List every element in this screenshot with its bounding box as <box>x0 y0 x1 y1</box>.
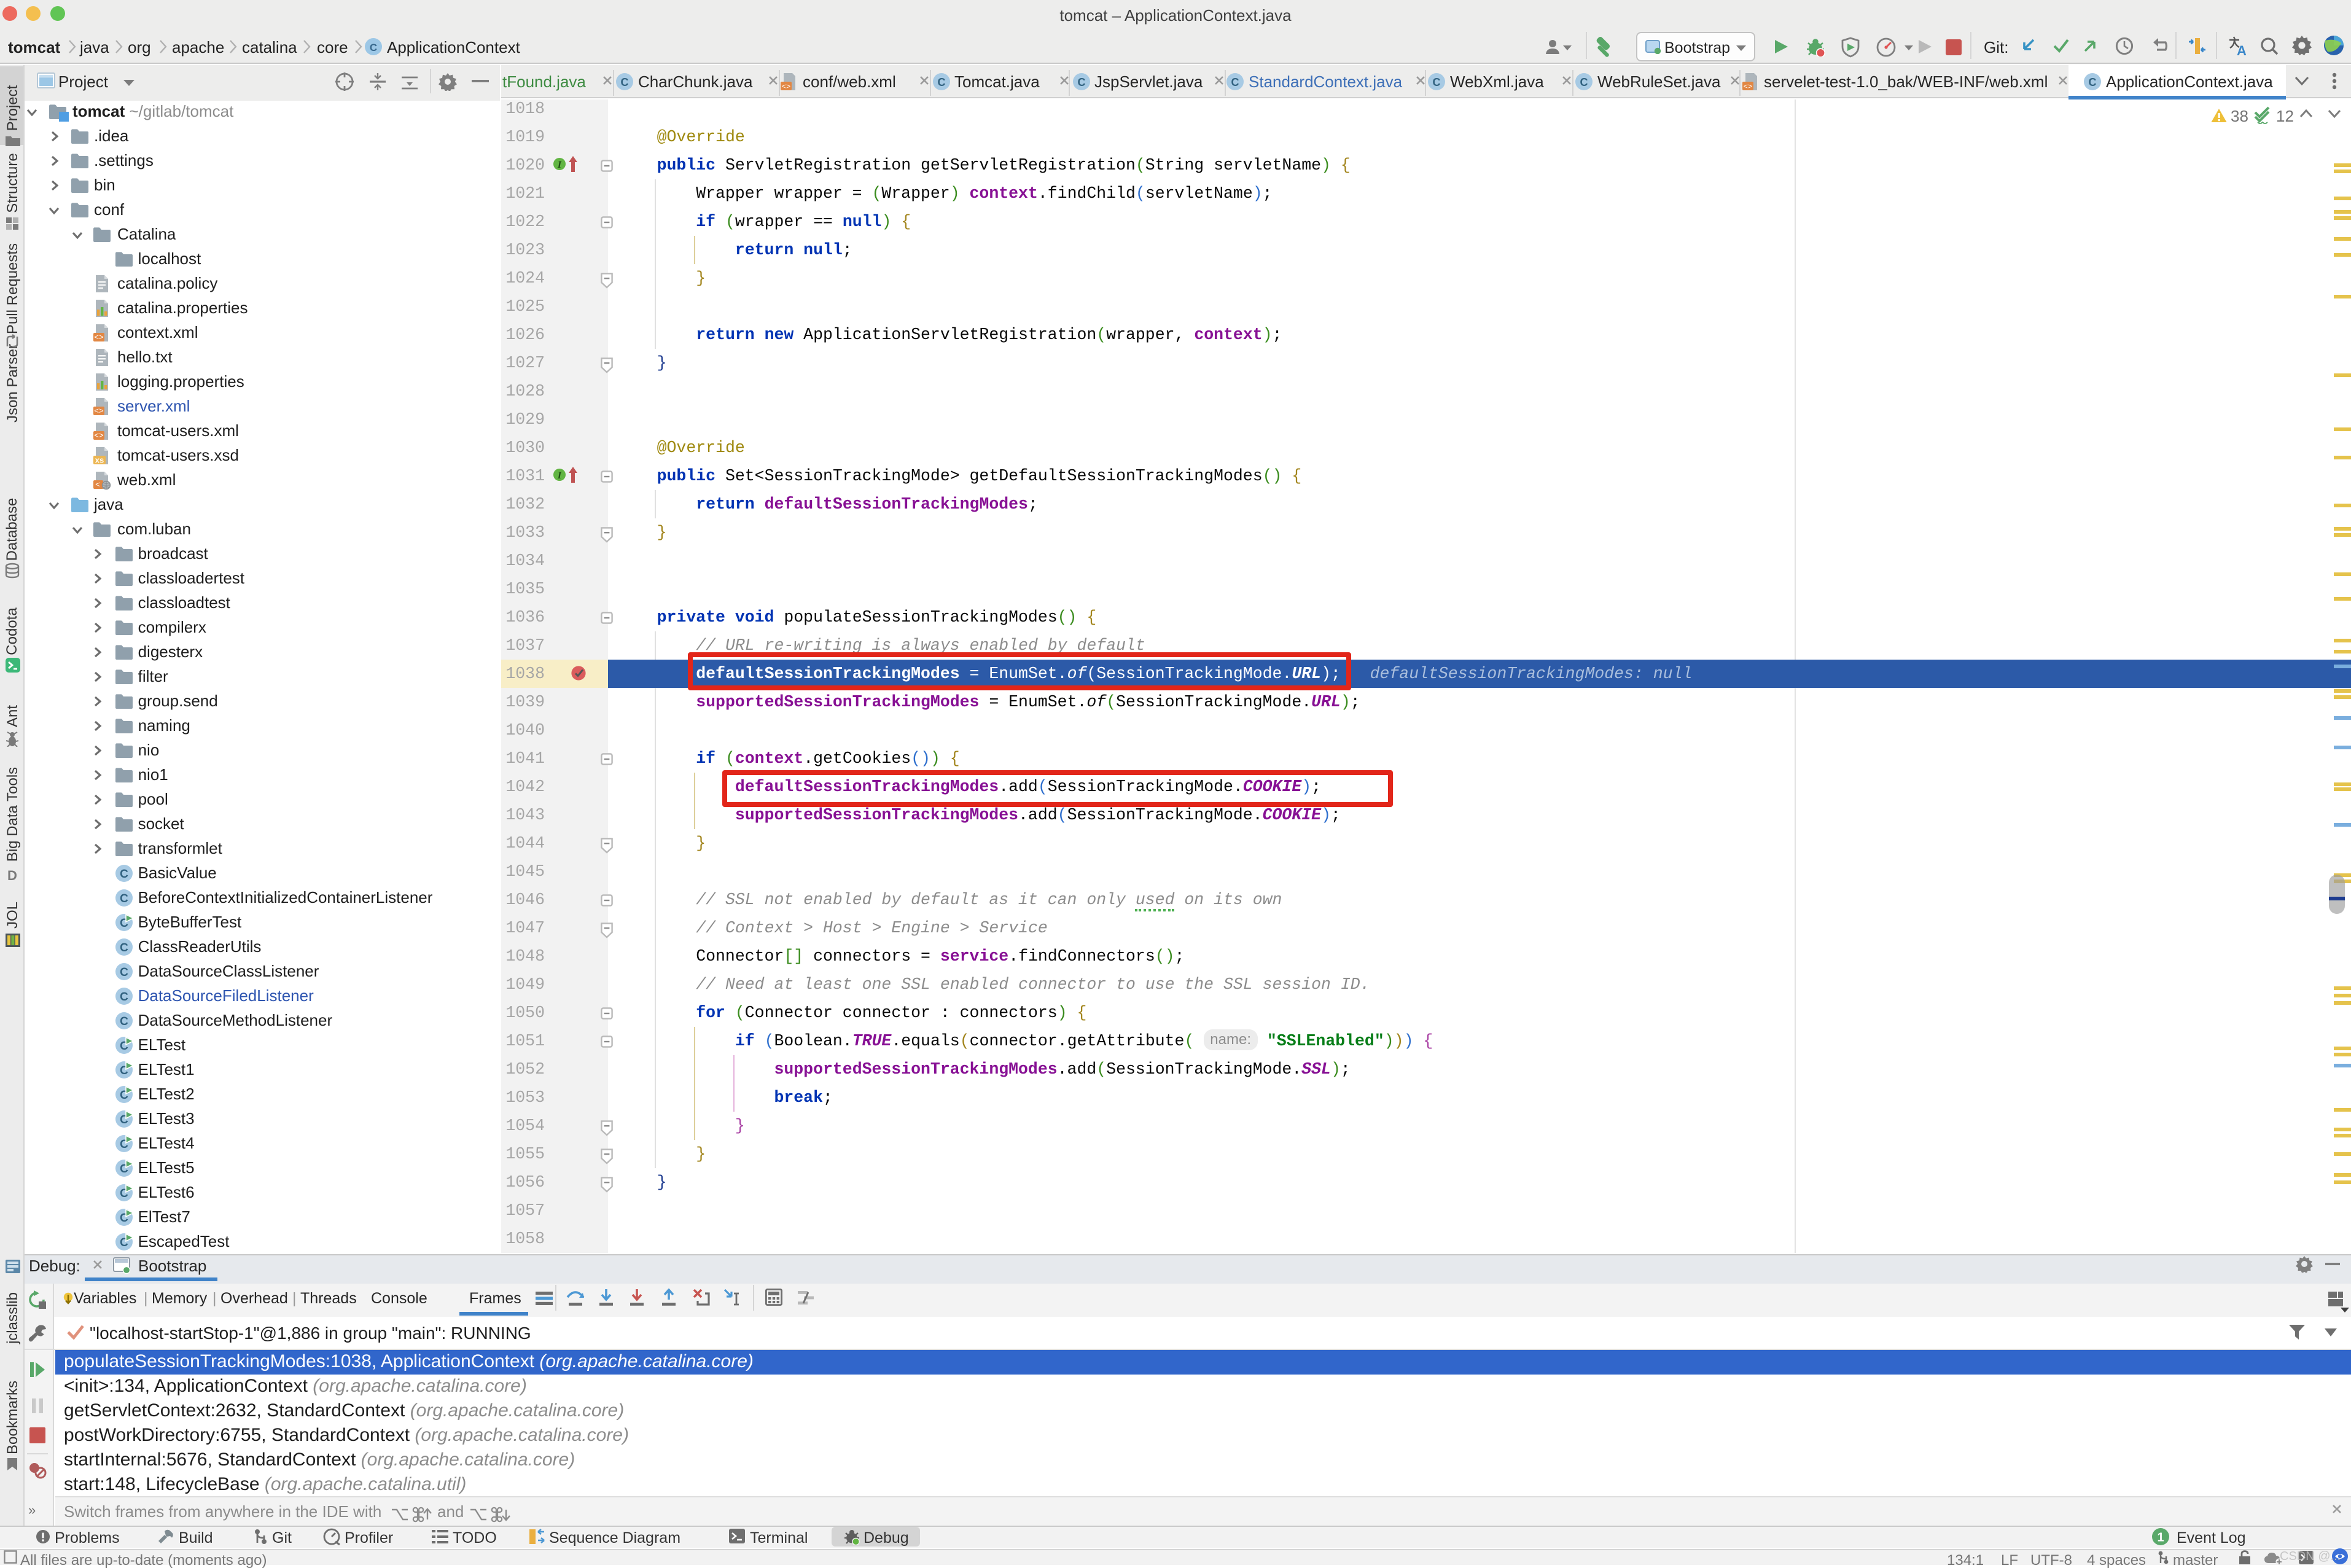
svg-text:C: C <box>369 41 376 53</box>
svg-text:I: I <box>557 159 562 170</box>
svg-text:<>: <> <box>1743 82 1752 91</box>
svg-text:C: C <box>1231 76 1239 88</box>
svg-text:<>: <> <box>94 431 104 440</box>
svg-text:<>: <> <box>782 82 790 91</box>
svg-text:<>: <> <box>94 407 104 416</box>
svg-text:C: C <box>1077 76 1085 88</box>
svg-text:I: I <box>557 470 562 480</box>
svg-text:C: C <box>120 868 128 881</box>
svg-text:C: C <box>120 991 128 1004</box>
svg-text:A: A <box>2237 43 2247 57</box>
svg-text:C: C <box>1433 76 1441 88</box>
svg-text:xs: xs <box>95 456 104 465</box>
svg-text:C: C <box>937 76 945 88</box>
svg-text:C: C <box>120 966 128 979</box>
svg-text:C: C <box>2089 76 2097 88</box>
svg-text:C: C <box>1580 76 1588 88</box>
svg-text:C: C <box>621 76 629 88</box>
svg-text:C: C <box>120 892 128 905</box>
svg-text:1: 1 <box>2157 1531 2164 1545</box>
svg-text:C: C <box>120 942 128 954</box>
svg-text:<>: <> <box>94 333 104 342</box>
svg-text:<: < <box>95 480 100 490</box>
svg-text:D: D <box>7 868 17 882</box>
svg-text:C: C <box>120 1015 128 1028</box>
